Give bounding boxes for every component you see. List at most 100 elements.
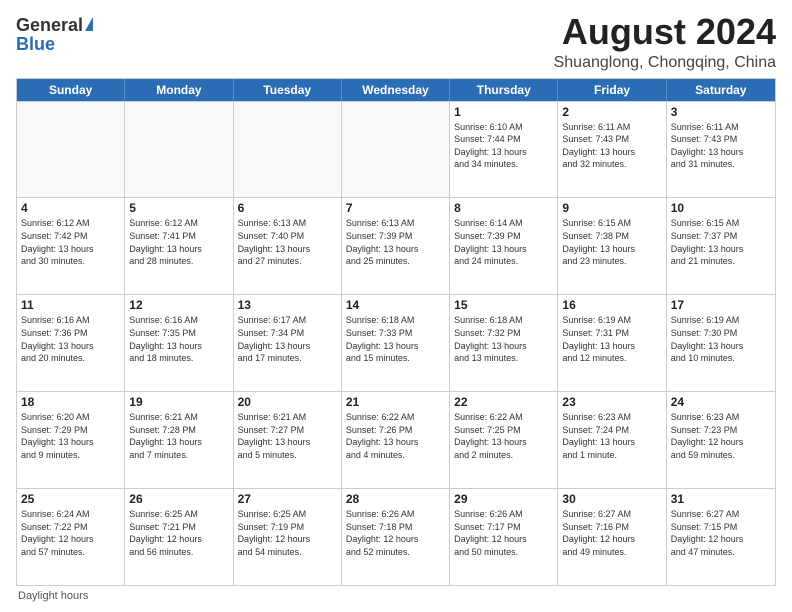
day-cell-31: 31 Sunrise: 6:27 AM Sunset: 7:15 PM Dayli…: [667, 489, 775, 585]
day-info: Sunrise: 6:19 AM Sunset: 7:31 PM Dayligh…: [562, 314, 661, 364]
day-number: 19: [129, 395, 228, 409]
logo-blue: Blue: [16, 34, 55, 55]
day-number: 6: [238, 201, 337, 215]
day-cell-11: 11 Sunrise: 6:16 AM Sunset: 7:36 PM Dayli…: [17, 295, 125, 391]
week-row-3: 11 Sunrise: 6:16 AM Sunset: 7:36 PM Dayli…: [17, 294, 775, 391]
day-cell-17: 17 Sunrise: 6:19 AM Sunset: 7:30 PM Dayli…: [667, 295, 775, 391]
day-info: Sunrise: 6:19 AM Sunset: 7:30 PM Dayligh…: [671, 314, 771, 364]
day-number: 31: [671, 492, 771, 506]
day-number: 8: [454, 201, 553, 215]
day-info: Sunrise: 6:21 AM Sunset: 7:27 PM Dayligh…: [238, 411, 337, 461]
day-cell-empty: [342, 102, 450, 198]
day-cell-4: 4 Sunrise: 6:12 AM Sunset: 7:42 PM Daylig…: [17, 198, 125, 294]
day-number: 9: [562, 201, 661, 215]
day-cell-14: 14 Sunrise: 6:18 AM Sunset: 7:33 PM Dayli…: [342, 295, 450, 391]
day-number: 10: [671, 201, 771, 215]
day-cell-1: 1 Sunrise: 6:10 AM Sunset: 7:44 PM Daylig…: [450, 102, 558, 198]
day-info: Sunrise: 6:16 AM Sunset: 7:36 PM Dayligh…: [21, 314, 120, 364]
day-info: Sunrise: 6:10 AM Sunset: 7:44 PM Dayligh…: [454, 121, 553, 171]
day-cell-7: 7 Sunrise: 6:13 AM Sunset: 7:39 PM Daylig…: [342, 198, 450, 294]
day-header-monday: Monday: [125, 79, 233, 101]
day-cell-26: 26 Sunrise: 6:25 AM Sunset: 7:21 PM Dayli…: [125, 489, 233, 585]
week-row-4: 18 Sunrise: 6:20 AM Sunset: 7:29 PM Dayli…: [17, 391, 775, 488]
day-number: 18: [21, 395, 120, 409]
day-number: 4: [21, 201, 120, 215]
day-cell-19: 19 Sunrise: 6:21 AM Sunset: 7:28 PM Dayli…: [125, 392, 233, 488]
day-cell-27: 27Sunrise: 6:25 AM Sunset: 7:19 PM Dayli…: [234, 489, 342, 585]
day-cell-empty: [234, 102, 342, 198]
day-number: 11: [21, 298, 120, 312]
day-number: 28: [346, 492, 445, 506]
day-info: Sunrise: 6:11 AM Sunset: 7:43 PM Dayligh…: [671, 121, 771, 171]
day-cell-24: 24 Sunrise: 6:23 AM Sunset: 7:23 PM Dayli…: [667, 392, 775, 488]
day-info: Sunrise: 6:27 AM Sunset: 7:16 PM Dayligh…: [562, 508, 661, 558]
day-number: 29: [454, 492, 553, 506]
day-cell-15: 15Sunrise: 6:18 AM Sunset: 7:32 PM Dayli…: [450, 295, 558, 391]
day-info: Sunrise: 6:23 AM Sunset: 7:23 PM Dayligh…: [671, 411, 771, 461]
day-info: Sunrise: 6:21 AM Sunset: 7:28 PM Dayligh…: [129, 411, 228, 461]
day-info: Sunrise: 6:13 AM Sunset: 7:39 PM Dayligh…: [346, 217, 445, 267]
day-number: 26: [129, 492, 228, 506]
day-info: Sunrise: 6:24 AM Sunset: 7:22 PM Dayligh…: [21, 508, 120, 558]
day-info: Sunrise: 6:17 AM Sunset: 7:34 PM Dayligh…: [238, 314, 337, 364]
day-number: 7: [346, 201, 445, 215]
day-cell-28: 28 Sunrise: 6:26 AM Sunset: 7:18 PM Dayli…: [342, 489, 450, 585]
logo-general: General: [16, 16, 83, 34]
day-info: Sunrise: 6:25 AM Sunset: 7:21 PM Dayligh…: [129, 508, 228, 558]
day-info: Sunrise: 6:20 AM Sunset: 7:29 PM Dayligh…: [21, 411, 120, 461]
day-number: 14: [346, 298, 445, 312]
day-header-thursday: Thursday: [450, 79, 558, 101]
day-number: 22: [454, 395, 553, 409]
day-info: Sunrise: 6:26 AM Sunset: 7:17 PM Dayligh…: [454, 508, 553, 558]
day-cell-empty: [125, 102, 233, 198]
day-info: Sunrise: 6:14 AM Sunset: 7:39 PM Dayligh…: [454, 217, 553, 267]
day-header-tuesday: Tuesday: [234, 79, 342, 101]
day-info: Sunrise: 6:13 AM Sunset: 7:40 PM Dayligh…: [238, 217, 337, 267]
day-number: 13: [238, 298, 337, 312]
day-number: 17: [671, 298, 771, 312]
day-cell-21: 21 Sunrise: 6:22 AM Sunset: 7:26 PM Dayli…: [342, 392, 450, 488]
day-header-saturday: Saturday: [667, 79, 775, 101]
day-info: Sunrise: 6:23 AM Sunset: 7:24 PM Dayligh…: [562, 411, 661, 461]
day-cell-13: 13 Sunrise: 6:17 AM Sunset: 7:34 PM Dayli…: [234, 295, 342, 391]
calendar: SundayMondayTuesdayWednesdayThursdayFrid…: [16, 78, 776, 586]
day-cell-18: 18 Sunrise: 6:20 AM Sunset: 7:29 PM Dayli…: [17, 392, 125, 488]
day-cell-12: 12 Sunrise: 6:16 AM Sunset: 7:35 PM Dayli…: [125, 295, 233, 391]
day-info: Sunrise: 6:27 AM Sunset: 7:15 PM Dayligh…: [671, 508, 771, 558]
day-info: Sunrise: 6:12 AM Sunset: 7:42 PM Dayligh…: [21, 217, 120, 267]
day-cell-2: 2Sunrise: 6:11 AM Sunset: 7:43 PM Daylig…: [558, 102, 666, 198]
day-number: 21: [346, 395, 445, 409]
title-block: August 2024 Shuanglong, Chongqing, China: [554, 12, 776, 72]
day-cell-16: 16 Sunrise: 6:19 AM Sunset: 7:31 PM Dayli…: [558, 295, 666, 391]
day-info: Sunrise: 6:18 AM Sunset: 7:32 PM Dayligh…: [454, 314, 553, 364]
calendar-body: 1 Sunrise: 6:10 AM Sunset: 7:44 PM Daylig…: [17, 101, 775, 585]
main-title: August 2024: [554, 12, 776, 52]
day-info: Sunrise: 6:18 AM Sunset: 7:33 PM Dayligh…: [346, 314, 445, 364]
day-number: 23: [562, 395, 661, 409]
page: General Blue August 2024 Shuanglong, Cho…: [0, 0, 792, 612]
day-cell-20: 20Sunrise: 6:21 AM Sunset: 7:27 PM Dayli…: [234, 392, 342, 488]
day-number: 12: [129, 298, 228, 312]
day-header-wednesday: Wednesday: [342, 79, 450, 101]
calendar-header: SundayMondayTuesdayWednesdayThursdayFrid…: [17, 79, 775, 101]
day-cell-empty: [17, 102, 125, 198]
day-cell-8: 8 Sunrise: 6:14 AM Sunset: 7:39 PM Daylig…: [450, 198, 558, 294]
day-cell-9: 9Sunrise: 6:15 AM Sunset: 7:38 PM Daylig…: [558, 198, 666, 294]
day-number: 1: [454, 105, 553, 119]
day-cell-30: 30Sunrise: 6:27 AM Sunset: 7:16 PM Dayli…: [558, 489, 666, 585]
day-header-sunday: Sunday: [17, 79, 125, 101]
week-row-5: 25 Sunrise: 6:24 AM Sunset: 7:22 PM Dayli…: [17, 488, 775, 585]
subtitle: Shuanglong, Chongqing, China: [554, 54, 776, 72]
week-row-1: 1 Sunrise: 6:10 AM Sunset: 7:44 PM Daylig…: [17, 101, 775, 198]
day-info: Sunrise: 6:26 AM Sunset: 7:18 PM Dayligh…: [346, 508, 445, 558]
day-number: 24: [671, 395, 771, 409]
day-number: 25: [21, 492, 120, 506]
day-info: Sunrise: 6:22 AM Sunset: 7:26 PM Dayligh…: [346, 411, 445, 461]
day-info: Sunrise: 6:16 AM Sunset: 7:35 PM Dayligh…: [129, 314, 228, 364]
day-info: Sunrise: 6:11 AM Sunset: 7:43 PM Dayligh…: [562, 121, 661, 171]
day-cell-22: 22Sunrise: 6:22 AM Sunset: 7:25 PM Dayli…: [450, 392, 558, 488]
day-cell-6: 6 Sunrise: 6:13 AM Sunset: 7:40 PM Daylig…: [234, 198, 342, 294]
day-header-friday: Friday: [558, 79, 666, 101]
week-row-2: 4 Sunrise: 6:12 AM Sunset: 7:42 PM Daylig…: [17, 197, 775, 294]
day-number: 16: [562, 298, 661, 312]
